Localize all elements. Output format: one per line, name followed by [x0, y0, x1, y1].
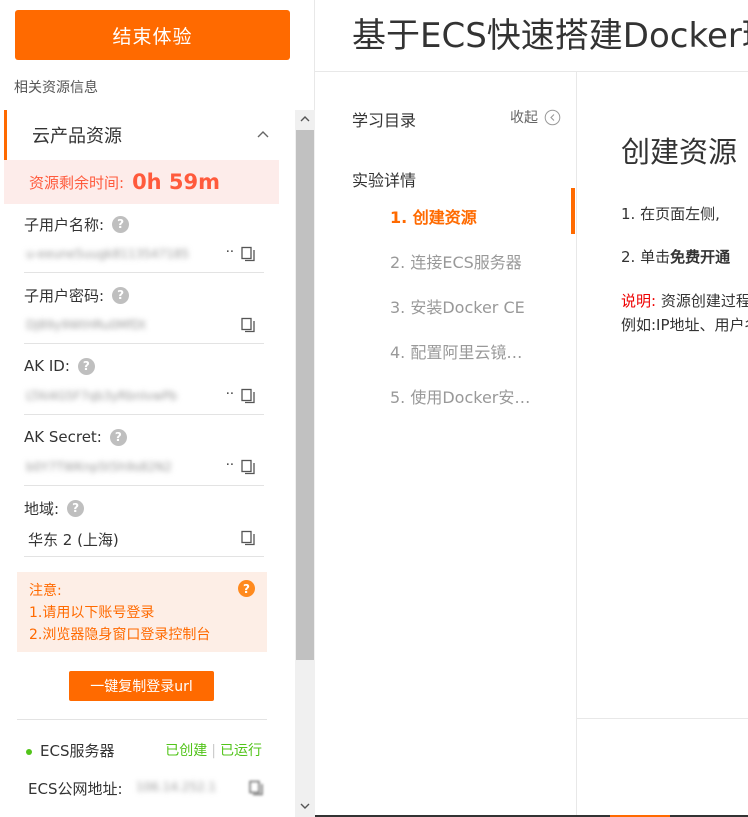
scrollbar-thumb[interactable] — [296, 130, 314, 660]
help-icon[interactable]: ? — [238, 580, 255, 597]
remaining-time-label: 资源剩余时间: — [29, 173, 125, 192]
note: 说明: 资源创建过程 例如:IP地址、用户名 — [621, 289, 748, 337]
copy-icon[interactable] — [240, 530, 256, 546]
ecs-ip-row: ECS公网地址: 106.14.252.1 — [28, 778, 268, 800]
content-heading: 创建资源 — [621, 135, 738, 169]
collapse-left-icon[interactable] — [544, 109, 561, 126]
status-created: 已创建 — [165, 743, 208, 759]
ecs-server-label: ECS服务器 — [40, 742, 115, 760]
sub-user-name-field: 子用户名称:? u-eeune5uugk8113547185 ·· — [24, 213, 264, 273]
note-text: 资源创建过程 — [656, 292, 748, 310]
copy-icon[interactable] — [240, 246, 256, 262]
learning-catalog: 学习目录 收起 实验详情 1. 创建资源 2. 连接ECS服务器 3. 安装Do… — [315, 72, 577, 817]
copy-icon[interactable] — [248, 780, 264, 796]
note-line-2: 例如:IP地址、用户名 — [621, 316, 748, 334]
cloud-resource-card-header[interactable]: 云产品资源 — [4, 110, 279, 160]
field-label: AK Secret: — [24, 428, 102, 446]
copy-icon[interactable] — [240, 388, 256, 404]
card-title: 云产品资源 — [32, 126, 122, 147]
catalog-item-install-docker[interactable]: 3. 安装Docker CE — [390, 294, 550, 318]
scroll-down-arrow-icon[interactable] — [299, 800, 311, 812]
field-value: b0Y7TWKnp5t5h9s82N2 — [26, 460, 172, 474]
copy-icon[interactable] — [240, 459, 256, 475]
ellipsis: ·· — [225, 458, 234, 473]
field-value: LTAI4G5F7qb3yRbnIvwPb — [26, 389, 178, 403]
ak-id-field: AK ID:? LTAI4G5F7qb3yRbnIvwPb ·· — [24, 355, 264, 415]
ellipsis: ·· — [225, 245, 234, 260]
note-label: 说明: — [621, 292, 657, 310]
catalog-section: 实验详情 — [352, 171, 417, 190]
catalog-item-create-resource[interactable]: 1. 创建资源 — [390, 204, 550, 228]
step-2-text: 2. 单击 — [621, 248, 671, 266]
remaining-time-banner: 资源剩余时间: 0h 59m — [4, 160, 279, 204]
lab-content: 创建资源 1. 在页面左侧, 2. 单击免费开通 说明: 资源创建过程 例如:I… — [577, 72, 748, 817]
help-icon[interactable]: ? — [109, 428, 127, 446]
copy-login-url-button[interactable]: 一键复制登录url — [69, 671, 214, 701]
divider — [577, 718, 748, 719]
free-activate-link[interactable]: 免费开通 — [670, 248, 730, 266]
help-icon[interactable]: ? — [67, 499, 85, 517]
sub-user-password-field: 子用户密码:? DJ89y9WtHRu0MfDt — [24, 284, 264, 344]
region-field: 地域:? 华东 2 (上海) — [24, 497, 264, 557]
resource-panel: 结束体验 相关资源信息 云产品资源 资源剩余时间: 0h 59m 子用户名称:?… — [0, 0, 315, 817]
notice-line-2: 2.浏览器隐身窗口登录控制台 — [29, 627, 211, 643]
chevron-up-icon[interactable] — [255, 126, 271, 142]
page-title: 基于ECS快速搭建Docker环境 — [352, 16, 748, 56]
catalog-title: 学习目录 — [352, 111, 417, 130]
ak-secret-field: AK Secret:? b0Y7TWKnp5t5h9s82N2 ·· — [24, 426, 264, 486]
end-experience-button[interactable]: 结束体验 — [15, 10, 290, 60]
notice-line-1: 1.请用以下账号登录 — [29, 605, 155, 621]
field-value: 华东 2 (上海) — [28, 531, 119, 549]
field-label: 子用户密码: — [24, 286, 105, 305]
ecs-status: 已创建 | 已运行 — [165, 743, 262, 759]
collapse-button[interactable]: 收起 — [510, 107, 561, 127]
divider — [17, 719, 267, 720]
field-label: 子用户名称: — [24, 215, 105, 234]
status-running: 已运行 — [220, 743, 262, 759]
ecs-ip-value: 106.14.252.1 — [136, 780, 217, 794]
ellipsis: ·· — [225, 387, 234, 402]
help-icon[interactable]: ? — [77, 357, 95, 375]
ecs-server-row: ECS服务器 已创建 | 已运行 — [26, 740, 266, 762]
scroll-up-arrow-icon[interactable] — [299, 113, 311, 125]
ecs-ip-label: ECS公网地址: — [28, 780, 123, 798]
active-indicator — [571, 188, 575, 234]
notice-box: 注意: 1.请用以下账号登录 2.浏览器隐身窗口登录控制台 ? — [17, 572, 267, 652]
resource-scroll-area: 云产品资源 资源剩余时间: 0h 59m 子用户名称:? u-eeune5uug… — [4, 110, 295, 817]
field-value: u-eeune5uugk8113547185 — [26, 247, 190, 261]
sidebar-scrollbar[interactable] — [295, 110, 315, 817]
section-label: 相关资源信息 — [14, 80, 98, 96]
field-value: DJ89y9WtHRu0MfDt — [26, 318, 146, 332]
catalog-item-use-docker[interactable]: 5. 使用Docker安… — [390, 384, 550, 408]
notice-title: 注意: — [29, 583, 62, 599]
help-icon[interactable]: ? — [112, 286, 130, 304]
status-dot-icon — [26, 749, 32, 755]
help-icon[interactable]: ? — [112, 215, 130, 233]
field-label: AK ID: — [24, 357, 70, 375]
step-2: 2. 单击免费开通 — [621, 246, 730, 267]
field-label: 地域: — [24, 499, 60, 518]
catalog-item-connect-ecs[interactable]: 2. 连接ECS服务器 — [390, 249, 550, 273]
catalog-item-configure-mirror[interactable]: 4. 配置阿里云镜… — [390, 339, 550, 363]
step-1: 1. 在页面左侧, — [621, 205, 720, 223]
copy-icon[interactable] — [240, 317, 256, 333]
collapse-label: 收起 — [510, 110, 538, 126]
remaining-time-value: 0h 59m — [132, 170, 221, 194]
